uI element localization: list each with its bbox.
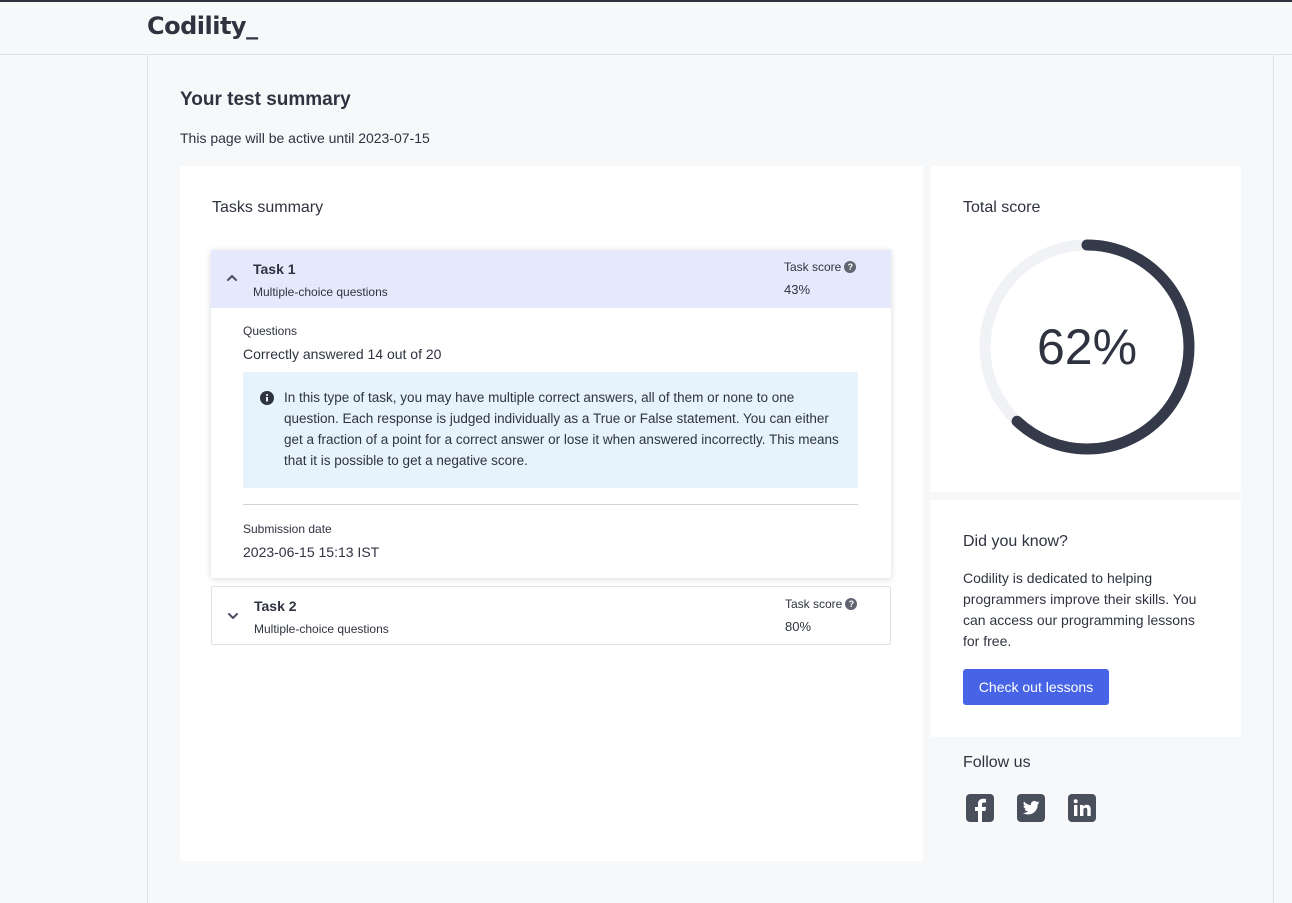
facebook-icon[interactable] bbox=[965, 793, 995, 823]
help-icon[interactable]: ? bbox=[844, 261, 857, 273]
follow-us-title: Follow us bbox=[963, 754, 1031, 771]
check-out-lessons-button[interactable]: Check out lessons bbox=[963, 669, 1109, 705]
total-score-card: Total score 62% bbox=[931, 166, 1241, 492]
did-you-know-title: Did you know? bbox=[963, 533, 1068, 550]
linkedin-icon[interactable] bbox=[1067, 793, 1097, 823]
submission-date-value: 2023-06-15 15:13 IST bbox=[243, 544, 380, 560]
info-icon bbox=[260, 391, 274, 405]
total-score-value: 62% bbox=[1036, 319, 1138, 375]
codility-logo[interactable]: Codility_ bbox=[147, 12, 258, 40]
task-type: Multiple-choice questions bbox=[253, 285, 388, 299]
task-type: Multiple-choice questions bbox=[254, 622, 389, 636]
twitter-icon[interactable] bbox=[1016, 793, 1046, 823]
chevron-down-icon[interactable] bbox=[226, 609, 240, 623]
task-score-value: 80% bbox=[785, 619, 812, 634]
submission-date-label: Submission date bbox=[243, 522, 332, 536]
questions-value: Correctly answered 14 out of 20 bbox=[243, 346, 442, 362]
tasks-summary-title: Tasks summary bbox=[212, 199, 324, 216]
did-you-know-card: Did you know? Codility is dedicated to h… bbox=[931, 500, 1241, 737]
did-you-know-text: Codility is dedicated to helping program… bbox=[963, 570, 1197, 649]
divider bbox=[243, 504, 858, 505]
task-panel-2[interactable]: Task 2 Multiple-choice questions Task sc… bbox=[211, 586, 891, 645]
task-name: Task 2 bbox=[254, 598, 297, 614]
task-score-label-text: Task score bbox=[784, 260, 842, 274]
task-score-label: Task score ? bbox=[784, 260, 857, 274]
top-bar: Codility_ bbox=[0, 0, 1292, 55]
info-text: In this type of task, you may have multi… bbox=[284, 390, 839, 468]
help-icon[interactable]: ? bbox=[845, 598, 858, 610]
task-score-label-text: Task score bbox=[785, 597, 843, 611]
task-header-2[interactable]: Task 2 Multiple-choice questions Task sc… bbox=[212, 587, 892, 645]
questions-label: Questions bbox=[243, 324, 298, 338]
task-score-label: Task score ? bbox=[785, 597, 858, 611]
total-score-title: Total score bbox=[963, 199, 1041, 216]
task-header-1[interactable]: Task 1 Multiple-choice questions Task sc… bbox=[211, 250, 891, 308]
info-box: In this type of task, you may have multi… bbox=[243, 372, 858, 488]
tasks-summary-card: Tasks summary Task 1 Multiple-choice que… bbox=[180, 166, 923, 861]
task-panel-1: Task 1 Multiple-choice questions Task sc… bbox=[211, 250, 891, 578]
task-name: Task 1 bbox=[253, 261, 296, 277]
chevron-up-icon[interactable] bbox=[225, 271, 239, 285]
page-title: Your test summary bbox=[180, 89, 351, 110]
task-score-value: 43% bbox=[784, 282, 811, 297]
page-subtitle: This page will be active until 2023-07-1… bbox=[180, 130, 430, 146]
